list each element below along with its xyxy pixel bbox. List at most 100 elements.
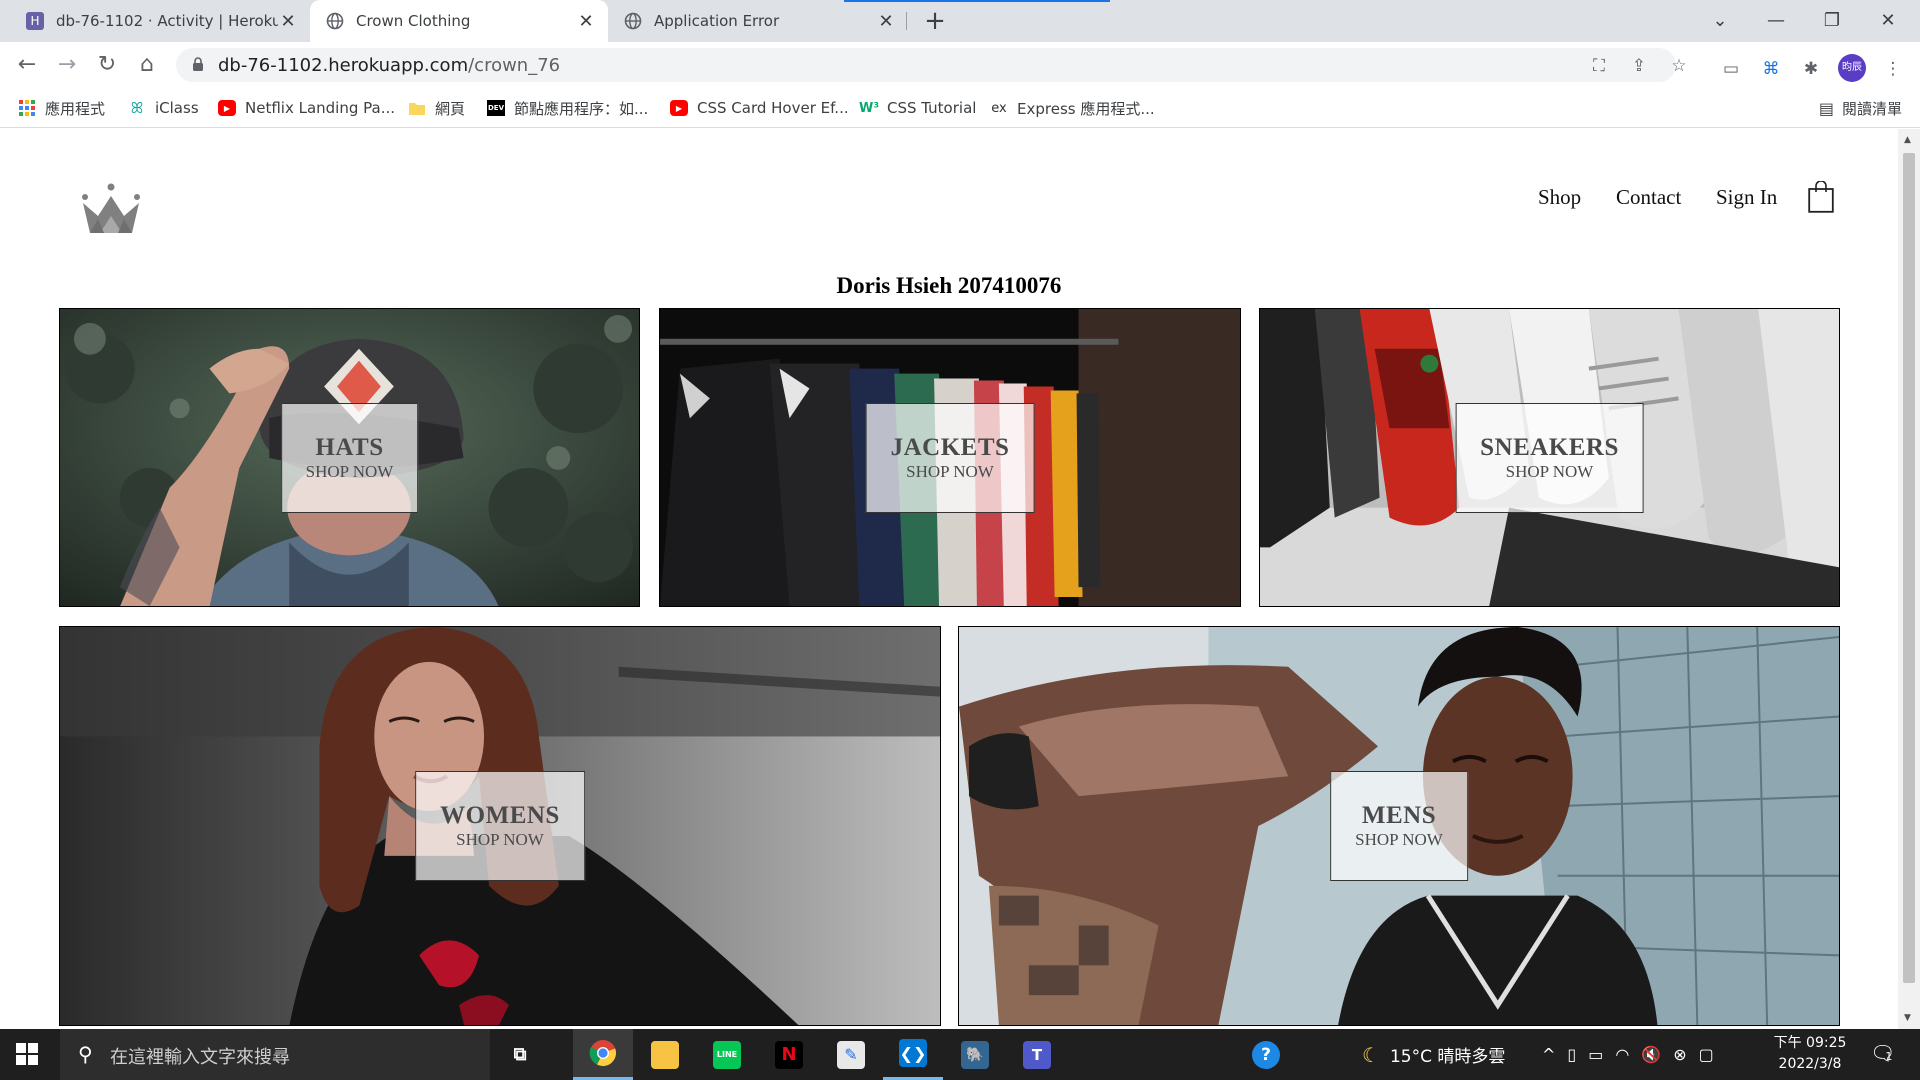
reading-list-button[interactable]: ▤ 閱讀清單	[1819, 98, 1902, 119]
menu-kebab-icon[interactable]: ⋮	[1880, 56, 1906, 82]
category-title: HATS	[315, 433, 384, 461]
profile-avatar[interactable]: 昀辰	[1838, 54, 1866, 82]
help-icon[interactable]: ?	[1252, 1029, 1280, 1080]
clock-time: 下午 09:25	[1773, 1035, 1847, 1051]
close-tab-icon[interactable]: ✕	[278, 11, 298, 32]
bookmarks-bar: 應用程式 ꕤ iClass ▶ Netflix Landing Pa... 網頁…	[0, 88, 1920, 128]
speaker-muted-icon[interactable]: 🔇	[1641, 1045, 1661, 1064]
notification-center-icon[interactable]: 🗨1	[1870, 1041, 1895, 1065]
category-title: WOMENS	[440, 802, 560, 829]
category-label[interactable]: MENS SHOP NOW	[1330, 771, 1468, 881]
lock-icon[interactable]	[192, 57, 204, 71]
wifi-icon[interactable]: ◠	[1615, 1045, 1629, 1064]
postgresql-icon: 🐘	[961, 1040, 989, 1069]
tab-search-chevron-icon[interactable]: ⌄	[1692, 0, 1748, 42]
page-scrollbar[interactable]: ▲ ▼	[1898, 129, 1920, 1029]
crown-logo-icon[interactable]	[80, 183, 142, 235]
close-tab-icon[interactable]: ✕	[576, 11, 596, 32]
search-icon: ⚲	[78, 1042, 93, 1066]
minimize-button[interactable]: —	[1748, 0, 1804, 42]
chevron-up-icon[interactable]: ^	[1542, 1045, 1555, 1064]
bookmark-iclass[interactable]: ꕤ iClass	[128, 98, 199, 118]
bookmark-express[interactable]: ex Express 應用程式...	[990, 98, 1154, 118]
tab-heroku-activity[interactable]: H db-76-1102 · Activity | Heroku ✕	[10, 0, 310, 42]
weather-widget[interactable]: ☾ 15°C 晴時多雲	[1362, 1029, 1505, 1080]
taskbar-postgresql[interactable]: 🐘	[945, 1029, 1005, 1080]
tab-crown-clothing[interactable]: Crown Clothing ✕	[310, 0, 608, 42]
close-tab-icon[interactable]: ✕	[876, 11, 896, 32]
task-view-icon: ⧉	[513, 1044, 527, 1065]
taskbar-line[interactable]: LINE	[697, 1029, 757, 1080]
taskbar-clock[interactable]: 下午 09:25 2022/3/8	[1760, 1033, 1860, 1075]
bookmark-folder-web[interactable]: 網頁	[408, 98, 465, 118]
dev-icon: DEV	[487, 100, 505, 116]
scroll-down-arrow-icon[interactable]: ▼	[1904, 1013, 1911, 1023]
youtube-icon: ▶	[670, 100, 688, 116]
owner-heading: Doris Hsieh 207410076	[836, 273, 1062, 298]
windows-start-icon[interactable]	[16, 1043, 38, 1065]
taskbar-vscode[interactable]: ❮❯	[883, 1029, 943, 1080]
globe-icon	[326, 12, 344, 30]
tab-application-error[interactable]: Application Error ✕	[608, 0, 908, 42]
error-icon[interactable]: ⊗	[1673, 1045, 1686, 1064]
taskbar-netflix[interactable]: N	[759, 1029, 819, 1080]
back-arrow-icon[interactable]: ←	[12, 50, 42, 80]
category-label[interactable]: HATS SHOP NOW	[280, 402, 419, 513]
category-label[interactable]: SNEAKERS SHOP NOW	[1455, 402, 1644, 513]
taskbar-chrome[interactable]	[573, 1029, 633, 1080]
bookmark-apps[interactable]: 應用程式	[18, 98, 105, 118]
page-viewport: Shop Contact Sign In Doris Hsieh 2074100…	[0, 129, 1898, 1029]
task-view-button[interactable]: ⧉	[490, 1029, 550, 1080]
taskbar-file-explorer[interactable]	[635, 1029, 695, 1080]
category-card-hats[interactable]: HATS SHOP NOW	[59, 308, 640, 607]
search-placeholder: 在這裡輸入文字來搜尋	[110, 1047, 290, 1068]
scroll-up-arrow-icon[interactable]: ▲	[1904, 135, 1911, 145]
category-card-jackets[interactable]: JACKETS SHOP NOW	[659, 308, 1241, 607]
new-tab-button[interactable]: +	[920, 6, 950, 36]
category-card-mens[interactable]: MENS SHOP NOW	[958, 626, 1840, 1026]
home-icon[interactable]: ⌂	[132, 50, 162, 80]
url-text[interactable]: db-76-1102.herokuapp.com/crown_76	[218, 55, 560, 76]
shop-now-text: SHOP NOW	[1355, 830, 1443, 849]
bookmark-css-tutorial[interactable]: W³ CSS Tutorial	[858, 98, 976, 118]
google-translate-extension-icon[interactable]: ⌘	[1758, 56, 1784, 82]
shopping-bag-icon[interactable]	[1808, 181, 1834, 213]
restore-button[interactable]: ❐	[1804, 0, 1860, 42]
reload-icon[interactable]: ↻	[92, 50, 122, 80]
scrollbar-thumb[interactable]	[1903, 153, 1915, 983]
extensions-puzzle-icon[interactable]: ✱	[1798, 56, 1824, 82]
battery-icon[interactable]: ▭	[1588, 1045, 1603, 1064]
loading-indicator	[844, 0, 1110, 2]
reading-list-label: 閱讀清單	[1841, 100, 1902, 118]
bookmark-star-icon[interactable]: ☆	[1668, 55, 1690, 77]
bookmark-netflix-landing[interactable]: ▶ Netflix Landing Pa...	[218, 98, 395, 118]
taskbar-paint[interactable]: ✎	[821, 1029, 881, 1080]
category-label[interactable]: JACKETS SHOP NOW	[865, 402, 1035, 513]
category-card-womens[interactable]: WOMENS SHOP NOW	[59, 626, 941, 1026]
extension-chat-icon[interactable]: ▭	[1718, 56, 1744, 82]
device-icon[interactable]: ▯	[1567, 1045, 1576, 1064]
translate-icon[interactable]: ⛶	[1588, 55, 1610, 77]
nav-sign-in-link[interactable]: Sign In	[1716, 185, 1777, 210]
taskbar-teams[interactable]: T	[1007, 1029, 1067, 1080]
youtube-icon: ▶	[218, 100, 236, 116]
bookmark-dev-node[interactable]: DEV 節點應用程序：如...	[487, 98, 648, 118]
category-card-sneakers[interactable]: SNEAKERS SHOP NOW	[1259, 308, 1840, 607]
nav-contact-link[interactable]: Contact	[1616, 185, 1681, 210]
tray-icons[interactable]: ^ ▯ ▭ ◠ 🔇 ⊗ ▢	[1542, 1029, 1714, 1080]
bookmark-label: 網頁	[435, 99, 466, 118]
bookmark-label: iClass	[155, 99, 199, 117]
notes-icon[interactable]: ▢	[1699, 1045, 1714, 1064]
taskbar-search-box[interactable]: ⚲ 在這裡輸入文字來搜尋	[60, 1029, 490, 1080]
shop-now-text: SHOP NOW	[906, 461, 994, 481]
bookmark-css-card-hover[interactable]: ▶ CSS Card Hover Ef...	[670, 98, 849, 118]
close-window-button[interactable]: ✕	[1860, 0, 1916, 42]
category-label[interactable]: WOMENS SHOP NOW	[415, 771, 585, 881]
w3schools-icon: W³	[858, 100, 880, 116]
forward-arrow-icon[interactable]: →	[52, 50, 82, 80]
site-header: Shop Contact Sign In	[0, 129, 1898, 269]
reading-list-icon: ▤	[1818, 99, 1834, 118]
nav-shop-link[interactable]: Shop	[1538, 185, 1581, 210]
address-bar[interactable]: db-76-1102.herokuapp.com/crown_76 ⛶ ⇪ ☆	[176, 48, 1687, 82]
share-icon[interactable]: ⇪	[1628, 55, 1650, 77]
